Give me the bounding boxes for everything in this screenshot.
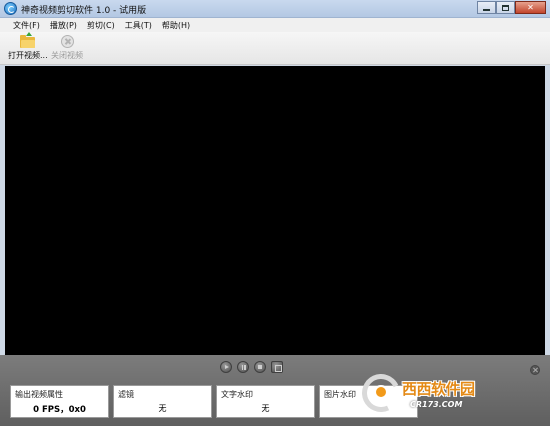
watermark-brand: 西西软件园	[402, 380, 475, 398]
menu-help[interactable]: 帮助(H)	[157, 20, 195, 31]
app-logo-icon	[4, 2, 17, 15]
menu-bar: 文件(F) 播放(P) 剪切(C) 工具(T) 帮助(H)	[0, 18, 550, 32]
open-video-label: 打开视频...	[8, 51, 48, 60]
window-controls: ✕	[477, 1, 546, 14]
menu-file[interactable]: 文件(F)	[8, 20, 45, 31]
image-watermark-title: 图片水印	[324, 390, 356, 399]
close-icon: ✕	[527, 2, 534, 12]
maximize-icon	[502, 4, 509, 11]
close-video-icon	[60, 35, 74, 48]
output-properties-value: 0 FPS，0x0	[33, 405, 86, 415]
minimize-button[interactable]	[477, 1, 496, 14]
stop-button[interactable]	[254, 361, 266, 373]
filter-box[interactable]: 滤镜 无	[113, 385, 212, 418]
player-controls	[220, 361, 283, 373]
title-bar: 神奇视频剪切软件 1.0 - 试用版 ✕	[0, 0, 550, 18]
pause-button[interactable]	[237, 361, 249, 373]
close-video-button[interactable]: 关闭视频	[51, 35, 83, 61]
site-watermark: 西西软件园 CR173.COM	[356, 368, 532, 418]
menu-play[interactable]: 播放(P)	[45, 20, 82, 31]
output-properties-title: 输出视频属性	[15, 390, 63, 399]
minimize-icon	[483, 9, 490, 11]
close-video-label: 关闭视频	[51, 51, 83, 60]
play-button[interactable]	[220, 361, 232, 373]
text-watermark-title: 文字水印	[221, 390, 253, 399]
open-folder-icon	[20, 32, 36, 48]
video-preview[interactable]	[5, 66, 545, 355]
filter-title: 滤镜	[118, 390, 134, 399]
text-watermark-value: 无	[261, 404, 270, 413]
maximize-button[interactable]	[496, 1, 515, 14]
window-title: 神奇视频剪切软件 1.0 - 试用版	[21, 6, 147, 16]
output-properties-box[interactable]: 输出视频属性 0 FPS，0x0	[10, 385, 109, 418]
open-video-button[interactable]: 打开视频...	[8, 32, 48, 61]
fullscreen-button[interactable]	[271, 361, 283, 373]
toolbar: 打开视频... 关闭视频	[0, 32, 550, 65]
menu-cut[interactable]: 剪切(C)	[82, 20, 120, 31]
watermark-url: CR173.COM	[410, 400, 463, 409]
text-watermark-box[interactable]: 文字水印 无	[216, 385, 315, 418]
menu-tools[interactable]: 工具(T)	[120, 20, 157, 31]
filter-value: 无	[158, 404, 167, 413]
close-button[interactable]: ✕	[515, 1, 546, 14]
